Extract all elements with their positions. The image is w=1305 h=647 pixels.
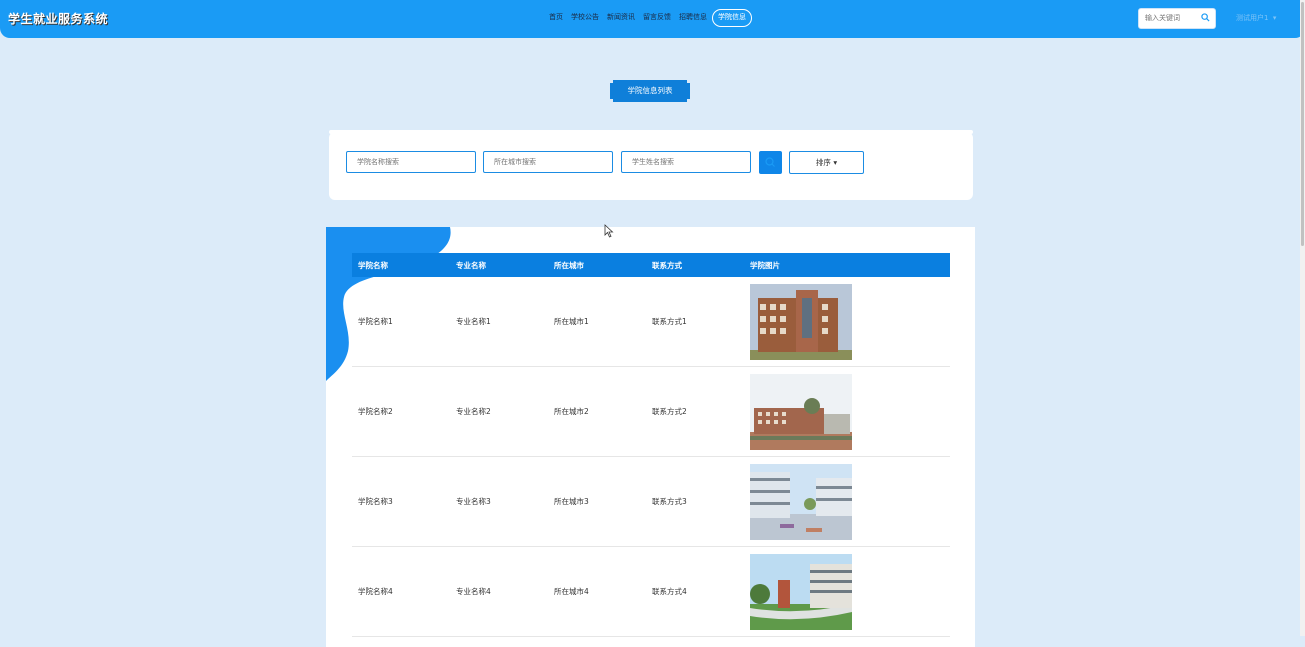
nav-item-news[interactable]: 新闻资讯 bbox=[604, 9, 638, 25]
cell-major: 专业名称3 bbox=[450, 456, 548, 547]
col-header-college: 学院名称 bbox=[358, 260, 388, 270]
nav-item-jobs[interactable]: 招聘信息 bbox=[676, 9, 710, 25]
main-nav: 首页 学校公告 新闻资讯 留言反馈 招聘信息 学院信息 bbox=[546, 9, 754, 27]
sort-button[interactable]: 排序 ▾ bbox=[789, 151, 864, 174]
header-search-input[interactable] bbox=[1139, 9, 1197, 26]
cell-city: 所在城市3 bbox=[548, 456, 646, 547]
cell-major: 专业名称1 bbox=[450, 277, 548, 367]
col-header-major: 专业名称 bbox=[456, 260, 486, 270]
scrollbar-thumb[interactable] bbox=[1301, 2, 1304, 246]
college-image[interactable] bbox=[750, 283, 852, 360]
user-menu[interactable]: 测试用户1 ▾ bbox=[1236, 13, 1276, 23]
col-header-contact: 联系方式 bbox=[652, 260, 682, 270]
college-image[interactable] bbox=[750, 553, 852, 630]
cell-image bbox=[744, 456, 950, 547]
nav-item-colleges[interactable]: 学院信息 bbox=[712, 9, 752, 27]
header-search bbox=[1138, 8, 1216, 29]
col-header-city: 所在城市 bbox=[554, 260, 584, 270]
cell-college: 学院名称3 bbox=[352, 456, 450, 547]
chevron-down-icon: ▾ bbox=[1270, 14, 1277, 22]
city-search-input[interactable] bbox=[483, 151, 613, 173]
college-name-search-input[interactable] bbox=[346, 151, 476, 173]
table-row[interactable]: 学院名称3 专业名称3 所在城市3 联系方式3 bbox=[352, 456, 950, 547]
college-table-card: 学院名称 专业名称 所在城市 联系方式 学院图片 学院名称1 专业名称1 所在城… bbox=[326, 227, 975, 647]
user-name: 测试用户1 bbox=[1236, 14, 1269, 22]
nav-item-notices[interactable]: 学校公告 bbox=[568, 9, 602, 25]
col-header-image: 学院图片 bbox=[750, 260, 780, 270]
search-icon bbox=[759, 157, 782, 176]
panel-brush-edge bbox=[329, 130, 973, 134]
search-button[interactable] bbox=[759, 151, 782, 174]
cell-contact: 联系方式2 bbox=[646, 366, 744, 457]
cell-city: 所在城市1 bbox=[548, 277, 646, 367]
mouse-cursor-icon bbox=[604, 224, 614, 238]
table-row[interactable]: 学院名称2 专业名称2 所在城市2 联系方式2 bbox=[352, 366, 950, 457]
college-image[interactable] bbox=[750, 463, 852, 540]
cell-contact: 联系方式3 bbox=[646, 456, 744, 547]
search-icon[interactable] bbox=[1201, 13, 1210, 24]
page-scrollbar[interactable] bbox=[1300, 0, 1305, 636]
cell-image bbox=[744, 366, 950, 457]
cell-contact: 联系方式4 bbox=[646, 546, 744, 637]
cell-major: 专业名称2 bbox=[450, 366, 548, 457]
filter-panel: 排序 ▾ bbox=[329, 130, 973, 200]
page-title: 学院信息列表 bbox=[610, 80, 690, 102]
cell-image bbox=[744, 546, 950, 637]
college-table: 学院名称 专业名称 所在城市 联系方式 学院图片 学院名称1 专业名称1 所在城… bbox=[352, 253, 950, 637]
app-title[interactable]: 学生就业服务系统 bbox=[8, 10, 108, 27]
cell-city: 所在城市4 bbox=[548, 546, 646, 637]
table-row[interactable]: 学院名称1 专业名称1 所在城市1 联系方式1 bbox=[352, 277, 950, 367]
caret-down-icon: ▾ bbox=[833, 158, 838, 167]
cell-image bbox=[744, 277, 950, 367]
cell-contact: 联系方式1 bbox=[646, 277, 744, 367]
nav-item-feedback[interactable]: 留言反馈 bbox=[640, 9, 674, 25]
cell-college: 学院名称4 bbox=[352, 546, 450, 637]
cell-city: 所在城市2 bbox=[548, 366, 646, 457]
student-name-search-input[interactable] bbox=[621, 151, 751, 173]
nav-item-home[interactable]: 首页 bbox=[546, 9, 566, 25]
college-image[interactable] bbox=[750, 373, 852, 450]
table-header-row: 学院名称 专业名称 所在城市 联系方式 学院图片 bbox=[352, 253, 950, 277]
table-row[interactable]: 学院名称4 专业名称4 所在城市4 联系方式4 bbox=[352, 546, 950, 637]
cell-major: 专业名称4 bbox=[450, 546, 548, 637]
top-header: 学生就业服务系统 首页 学校公告 新闻资讯 留言反馈 招聘信息 学院信息 测试用… bbox=[0, 0, 1305, 38]
cell-college: 学院名称1 bbox=[352, 277, 450, 367]
sort-label: 排序 bbox=[815, 158, 831, 167]
cell-college: 学院名称2 bbox=[352, 366, 450, 457]
